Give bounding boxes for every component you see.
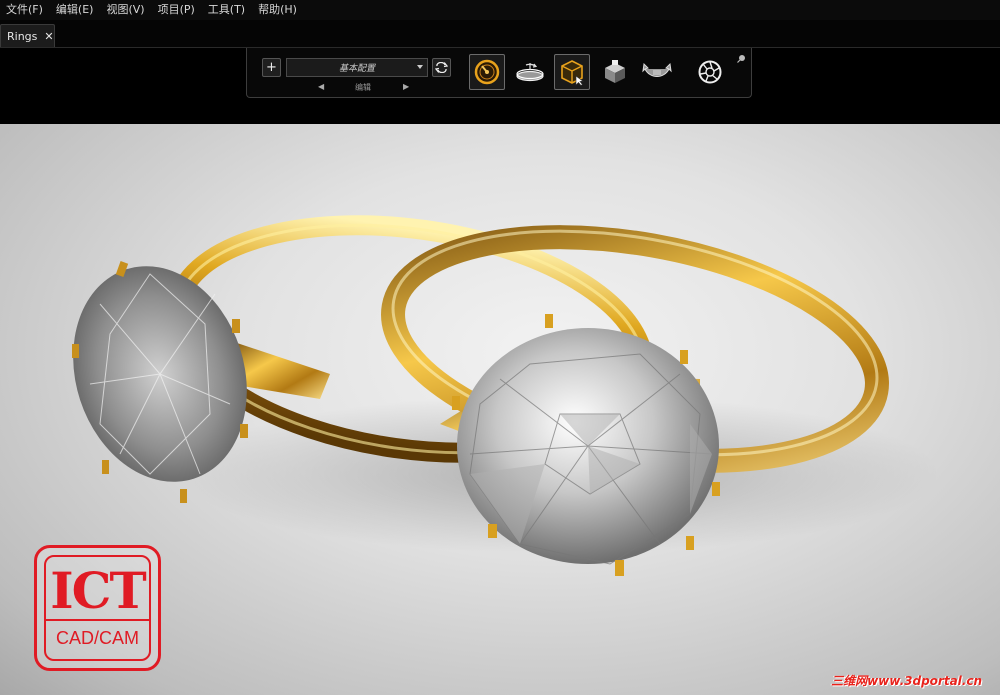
plus-icon: + <box>266 60 277 75</box>
close-icon[interactable]: ✕ <box>44 30 53 43</box>
edit-label[interactable]: 编辑 <box>355 82 371 93</box>
config-value: 基本配置 <box>338 64 375 74</box>
ict-logo: ICT CAD/CAM <box>34 545 161 671</box>
config-select[interactable]: 基本配置 <box>286 58 428 77</box>
prev-config-arrow[interactable]: ◀ <box>318 82 324 91</box>
render-viewport[interactable]: ICT CAD/CAM 三维网www.3dportal.cn <box>0 124 1000 695</box>
tab-rings[interactable]: Rings ✕ <box>0 24 55 47</box>
render-gauge-icon <box>474 59 500 85</box>
turntable-button[interactable] <box>512 54 548 90</box>
menu-tools[interactable]: 工具(T) <box>202 0 252 20</box>
toolbar-area: + 基本配置 ◀ 编辑 ▶ <box>0 48 1000 124</box>
select-mode-button[interactable] <box>554 54 590 90</box>
render-button[interactable] <box>469 54 505 90</box>
ict-logo-frame: ICT CAD/CAM <box>44 555 151 661</box>
camera-button[interactable] <box>692 54 728 90</box>
menu-edit[interactable]: 编辑(E) <box>50 0 101 20</box>
next-config-arrow[interactable]: ▶ <box>403 82 409 91</box>
turntable-icon <box>516 63 544 82</box>
menu-bar: 文件(F) 编辑(E) 视图(V) 项目(P) 工具(T) 帮助(H) <box>0 0 1000 20</box>
tab-label: Rings <box>7 29 38 43</box>
environment-cube-icon <box>605 60 625 83</box>
toolbar-panel: + 基本配置 ◀ 编辑 ▶ <box>246 48 752 98</box>
sync-icon <box>435 62 448 73</box>
select-box-icon <box>561 60 584 86</box>
flip-button[interactable] <box>639 54 675 90</box>
environment-button[interactable] <box>597 54 633 90</box>
camera-aperture-icon <box>698 60 722 84</box>
refresh-config-button[interactable] <box>432 58 451 77</box>
menu-file[interactable]: 文件(F) <box>0 0 50 20</box>
logo-ict-text: ICT <box>50 561 146 620</box>
tab-bar: Rings ✕ <box>0 20 1000 48</box>
menu-help[interactable]: 帮助(H) <box>252 0 304 20</box>
flip-arrows-icon <box>642 62 672 77</box>
menu-project[interactable]: 项目(P) <box>152 0 202 20</box>
pin-icon[interactable] <box>737 54 746 63</box>
logo-cadcam-text: CAD/CAM <box>55 628 139 648</box>
menu-view[interactable]: 视图(V) <box>100 0 151 20</box>
chevron-down-icon <box>417 65 423 69</box>
watermark: 三维网www.3dportal.cn <box>831 674 982 688</box>
add-config-button[interactable]: + <box>262 58 281 77</box>
logo-divider <box>46 619 149 621</box>
